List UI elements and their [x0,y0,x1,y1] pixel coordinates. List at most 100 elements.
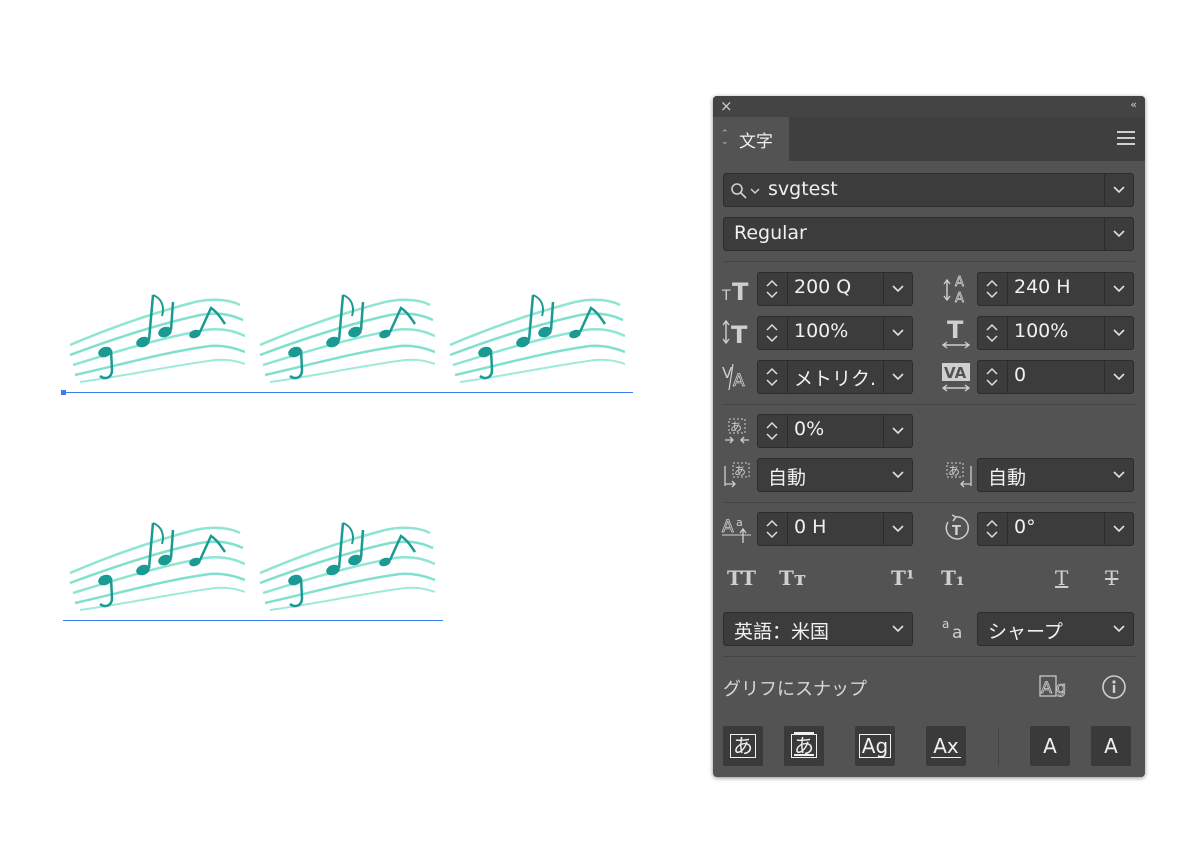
tracking-stepper[interactable]: 0 [977,360,1134,394]
horizontal-scale-value[interactable]: 100% [1014,320,1068,342]
music-note-graphic[interactable] [255,518,435,618]
chevron-down-icon[interactable] [883,273,912,305]
chevron-down-icon[interactable] [1105,613,1133,645]
music-note-graphic[interactable] [65,518,245,618]
collapse-icon[interactable]: ‹‹ [1130,98,1137,111]
leading-value[interactable]: 240 H [1014,276,1071,298]
info-icon[interactable] [1101,674,1127,700]
divider [723,404,1135,405]
font-family-field[interactable]: svgtest [723,173,1134,207]
antialias-icon: a a [942,617,962,642]
tsume-icon: あ [725,418,749,444]
text-baseline-selected[interactable] [63,392,633,393]
tracking-value[interactable]: 0 [1014,364,1026,386]
tsume-stepper[interactable]: 0% [757,414,913,448]
snap-anchor-point-button[interactable]: A [1091,726,1131,766]
chevron-down-icon[interactable] [1104,218,1133,250]
divider [998,728,999,766]
kerning-value[interactable]: メトリク. [794,364,876,391]
font-size-icon: T T [721,278,749,304]
vertical-scale-value[interactable]: 100% [794,320,848,342]
chevron-down-icon[interactable] [1105,459,1133,491]
divider [723,656,1135,657]
svg-text:あ: あ [730,420,742,434]
divider [723,502,1135,503]
chevron-down-icon[interactable] [1104,513,1133,545]
superscript-button[interactable]: T¹ [891,566,915,590]
aki-before-value[interactable]: 自動 [768,463,806,490]
chevron-down-icon[interactable] [884,459,912,491]
character-rotation-value[interactable]: 0° [1014,516,1036,538]
subscript-button[interactable]: T₁ [941,566,965,590]
kerning-icon: V A [722,363,745,391]
stepper-arrows-icon[interactable] [978,317,1008,349]
chevron-down-icon[interactable] [1104,361,1133,393]
tab-character[interactable]: ⌃ ⌄ 文字 [713,117,789,161]
stepper-arrows-icon[interactable] [758,317,788,349]
character-rotation-stepper[interactable]: 0° [977,512,1134,546]
snap-baseline-button[interactable]: Ax [926,726,966,766]
svg-text:VA: VA [944,364,967,382]
font-family-value[interactable]: svgtest [768,178,838,200]
text-baseline[interactable] [63,620,443,621]
search-icon[interactable] [730,182,764,200]
baseline-shift-value[interactable]: 0 H [794,516,826,538]
chevron-down-icon[interactable] [883,361,912,393]
strikethrough-button[interactable]: T [1105,566,1118,590]
music-note-graphic[interactable] [445,290,625,390]
panel-titlebar: × ‹‹ [713,96,1145,117]
updown-arrows-icon: ⌃ ⌄ [721,129,729,147]
stepper-arrows-icon[interactable] [758,361,788,393]
font-style-value[interactable]: Regular [734,222,807,244]
antialias-value[interactable]: シャープ [988,617,1063,644]
stepper-arrows-icon[interactable] [758,415,788,447]
language-dropdown[interactable]: 英語：米国 [723,612,913,646]
baseline-shift-stepper[interactable]: 0 H [757,512,913,546]
svg-text:A: A [955,275,964,290]
snap-glyph-bounds-button[interactable]: Ag [855,726,895,766]
chevron-down-icon[interactable] [1104,317,1133,349]
font-style-field[interactable]: Regular [723,217,1134,251]
tsume-value[interactable]: 0% [794,418,824,440]
vertical-scale-stepper[interactable]: 100% [757,316,913,350]
aki-after-dropdown[interactable]: 自動 [977,458,1134,492]
chevron-down-icon[interactable] [883,513,912,545]
snap-angular-guides-button[interactable]: A [1030,726,1070,766]
chevron-down-icon[interactable] [883,317,912,349]
svg-text:T: T [721,288,731,304]
stepper-arrows-icon[interactable] [758,273,788,305]
snap-em-box-button[interactable]: あ [723,726,763,766]
stepper-arrows-icon[interactable] [978,361,1008,393]
svg-text:A: A [955,291,964,306]
snap-icf-box-button[interactable]: あ [784,726,824,766]
character-rotation-icon: T [945,514,970,540]
language-value[interactable]: 英語：米国 [734,617,829,644]
underline-button[interactable]: T [1055,566,1068,590]
small-caps-button[interactable]: Tт [779,566,806,590]
antialias-dropdown[interactable]: シャープ [977,612,1134,646]
aki-after-value[interactable]: 自動 [988,463,1026,490]
panel-menu-icon[interactable] [1117,131,1135,149]
chevron-down-icon[interactable] [884,613,912,645]
stepper-arrows-icon[interactable] [978,273,1008,305]
aki-before-dropdown[interactable]: 自動 [757,458,913,492]
music-note-graphic[interactable] [65,290,245,390]
horizontal-scale-stepper[interactable]: 100% [977,316,1134,350]
leading-stepper[interactable]: 240 H [977,272,1134,306]
tracking-icon: VA [941,363,971,392]
chevron-down-icon[interactable] [883,415,912,447]
chevron-down-icon[interactable] [1104,174,1133,206]
artboard[interactable] [0,0,700,854]
stepper-arrows-icon[interactable] [758,513,788,545]
font-size-value[interactable]: 200 Q [794,276,851,298]
all-caps-button[interactable]: TT [727,566,756,590]
chevron-down-icon[interactable] [1104,273,1133,305]
glyph-bounds-icon[interactable]: A g [1039,674,1073,702]
svg-text:あ: あ [948,464,960,478]
close-icon[interactable]: × [720,97,733,115]
svg-text:A: A [722,517,734,537]
kerning-stepper[interactable]: メトリク. [757,360,913,394]
music-note-graphic[interactable] [255,290,435,390]
font-size-stepper[interactable]: 200 Q [757,272,913,306]
stepper-arrows-icon[interactable] [978,513,1008,545]
